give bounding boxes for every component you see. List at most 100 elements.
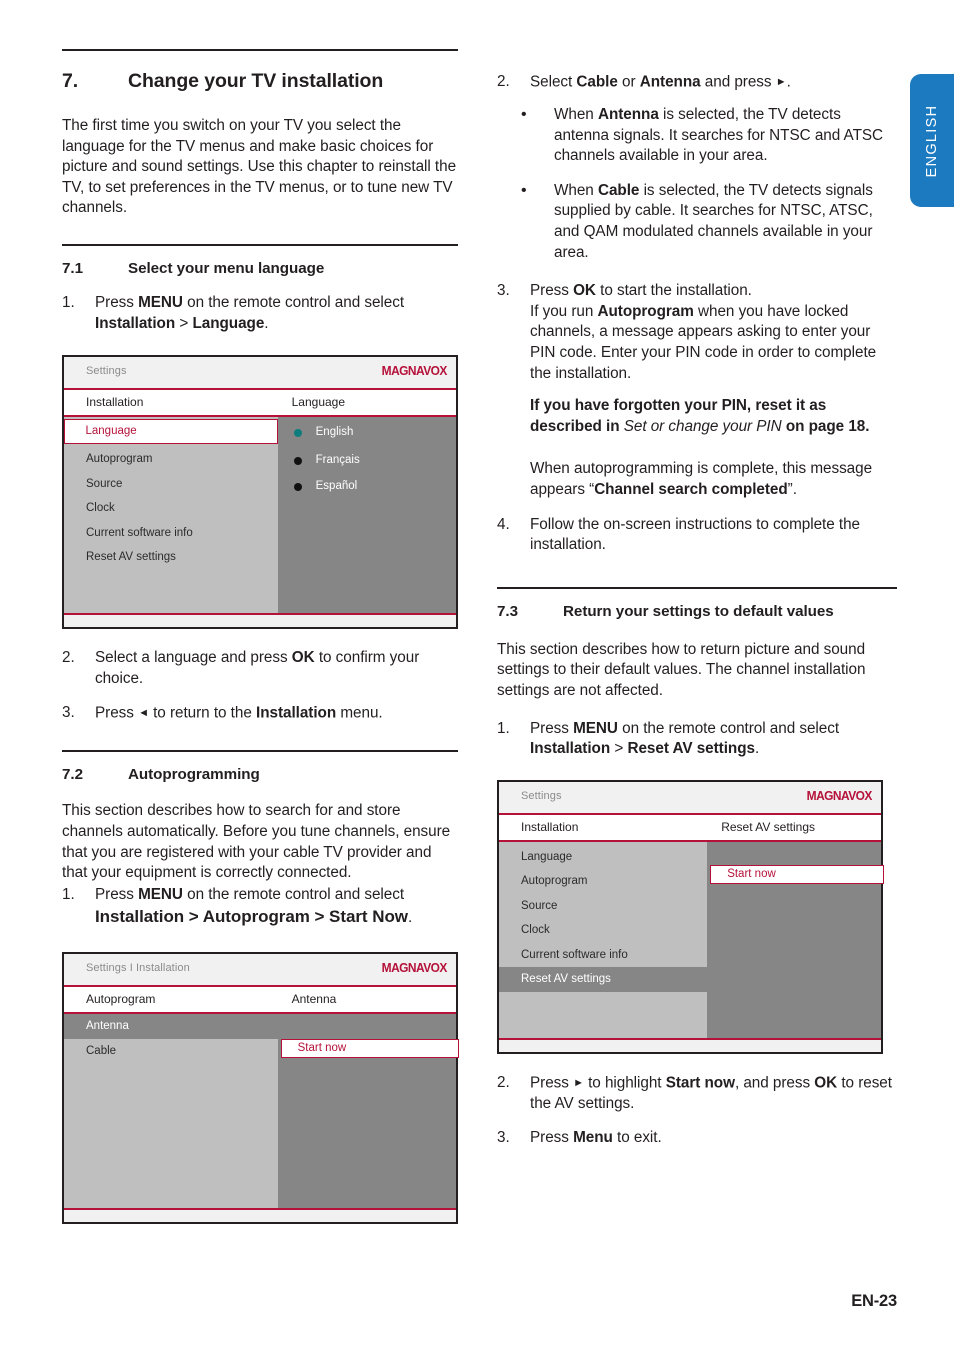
osd-titlebar: Settings MAGNAVOX [64, 357, 456, 389]
osd-menu-item-language[interactable]: Language [64, 419, 278, 445]
step-bold-ok: OK [291, 649, 315, 667]
section-71-rule [62, 243, 458, 246]
step-marker: 3. [497, 1129, 510, 1147]
step-text-prefix: Press [95, 885, 139, 903]
osd-header-right: Language [291, 395, 346, 410]
section-71-heading: 7.1 Select your menu language [62, 260, 458, 277]
osd-menu-item-label: Current software info [86, 526, 193, 539]
magnavox-logo: MAGNAVOX [381, 363, 448, 379]
left-column: 7. Change your TV installation The first … [62, 0, 459, 1224]
step-marker: 2. [62, 649, 75, 667]
step-bold-installation: Installation [95, 314, 176, 332]
osd-menu-item-label: Clock [521, 924, 550, 937]
step-bold-path: Installation > Autoprogram > Start Now [95, 907, 408, 927]
right-arrow-icon: ► [573, 1076, 584, 1089]
osd-body: Antenna Cable Start now [64, 1014, 459, 1208]
osd-menu-item-label: Language [521, 850, 573, 863]
step-7-2-4: 4. Follow the on-screen instructions to … [497, 515, 897, 556]
page-number: EN-23 [851, 1292, 897, 1310]
osd-body: Language Autoprogram Source Clock Curren… [499, 841, 884, 1038]
start-now-button[interactable]: Start now [280, 1039, 459, 1058]
step-text-mid1: or [617, 73, 640, 91]
osd-action-panel: Start now [707, 841, 884, 1038]
osd-option-english[interactable]: English [278, 420, 456, 445]
step-marker: 1. [62, 885, 75, 903]
step-text-mid: to return to the [148, 704, 256, 722]
step-marker: 2. [497, 1073, 510, 1091]
bullet-text-prefix: When [554, 181, 598, 199]
step-bold-menu: Menu [573, 1129, 613, 1147]
radio-selected-icon [293, 429, 302, 438]
section-72-title: Autoprogramming [128, 766, 260, 784]
start-now-button[interactable]: Start now [710, 864, 884, 884]
chapter-intro-paragraph: The first time you switch on your TV you… [62, 117, 457, 217]
step-text-suffix: menu. [336, 704, 383, 722]
osd-column-headers: Autoprogram Antenna [64, 987, 456, 1012]
step-7-2-3-pin-note: If you have forgotten your PIN, reset it… [497, 396, 897, 437]
osd-menu-item-reset-av-settings[interactable]: Reset AV settings [64, 545, 278, 570]
section-71-title: Select your menu language [128, 259, 325, 277]
osd-menu-item-current-software-info[interactable]: Current software info [64, 521, 278, 546]
step-7-2-1: 1. Press MENU on the remote control and … [62, 885, 458, 929]
osd-menu-item-source[interactable]: Source [499, 894, 707, 919]
osd-header-left: Installation [86, 395, 144, 410]
step-text-gt: > [610, 740, 628, 758]
osd-option-list: English Français Español [277, 417, 456, 614]
step-marker: 4. [497, 515, 510, 533]
step-7-2-3-complete-note: When autoprogramming is complete, this m… [497, 459, 897, 500]
step-bold-language: Language [192, 314, 265, 332]
section-73-title: Return your settings to default values [563, 602, 834, 620]
osd-menu-item-autoprogram[interactable]: Autoprogram [64, 447, 278, 472]
step-7-1-3: 3. Press ◄ to return to the Installation… [62, 703, 458, 724]
osd-menu-item-clock[interactable]: Clock [64, 496, 278, 521]
complete-note-bold-message: Channel search completed [594, 481, 788, 498]
left-arrow-icon: ◄ [138, 707, 149, 720]
osd-menu-item-label: Clock [86, 502, 115, 515]
section-72-heading: 7.2 Autoprogramming [62, 766, 458, 783]
step-marker: 3. [497, 282, 510, 300]
bullet-text-prefix: When [554, 106, 598, 124]
magnavox-logo: MAGNAVOX [381, 960, 448, 975]
step-text-mid: on the remote control and select [617, 719, 840, 737]
osd-column-headers: Installation Reset AV settings [499, 814, 881, 840]
step-7-2-3: 3. Press OK to start the installation. I… [497, 281, 897, 384]
osd-menu-item-current-software-info[interactable]: Current software info [499, 943, 707, 968]
step-text-mid2: and press [700, 73, 776, 91]
step-text-suffix: . [754, 740, 760, 758]
osd-menu-item-clock[interactable]: Clock [499, 918, 707, 943]
osd-menu-item-source[interactable]: Source [64, 472, 278, 497]
osd-option-francais[interactable]: Français [278, 448, 456, 473]
section-72-number: 7.2 [62, 766, 83, 784]
step-text-mid: on the remote control and select [182, 293, 405, 311]
step-text-mid2: , and press [734, 1074, 815, 1092]
bullet-antenna: • When Antenna is selected, the TV detec… [497, 105, 897, 167]
step-bold-installation: Installation [530, 740, 611, 758]
step-marker: 2. [497, 73, 510, 90]
step-text: Follow the on-screen instructions to com… [530, 515, 860, 554]
osd-menu-item-language[interactable]: Language [499, 845, 707, 870]
radio-unselected-icon [293, 483, 302, 492]
step-text-prefix: Press [95, 293, 139, 311]
osd-menu-item-autoprogram[interactable]: Autoprogram [499, 869, 707, 894]
step-7-1-1: 1. Press MENU on the remote control and … [62, 293, 458, 334]
step-7-3-2: 2. Press ► to highlight Start now, and p… [497, 1073, 897, 1115]
step-bold-antenna: Antenna [639, 73, 701, 91]
section-72-paragraph: This section describes how to search for… [62, 802, 451, 882]
step-bold-ok: OK [573, 282, 596, 300]
right-arrow-icon: ► [775, 76, 787, 88]
step-7-3-3: 3. Press Menu to exit. [497, 1128, 897, 1149]
osd-breadcrumb: Settings [521, 789, 562, 802]
osd-menu-item-cable[interactable]: Cable [64, 1039, 278, 1064]
osd-breadcrumb: Settings I Installation [86, 962, 190, 974]
step-text-suffix: to exit. [612, 1129, 662, 1147]
step-bold-menu: MENU [573, 719, 618, 737]
osd-action-panel: Start now [277, 1014, 459, 1208]
step-line2-prefix: If you run [530, 302, 598, 320]
bullet-icon: • [521, 106, 527, 124]
step-bold-autoprogram: Autoprogram [597, 302, 694, 320]
osd-menu-item-label: Source [521, 899, 558, 912]
step-bold-menu: MENU [138, 885, 183, 903]
osd-option-espanol[interactable]: Español [278, 474, 456, 499]
step-marker: 1. [497, 719, 510, 737]
language-side-tab-label: ENGLISH [924, 104, 940, 177]
